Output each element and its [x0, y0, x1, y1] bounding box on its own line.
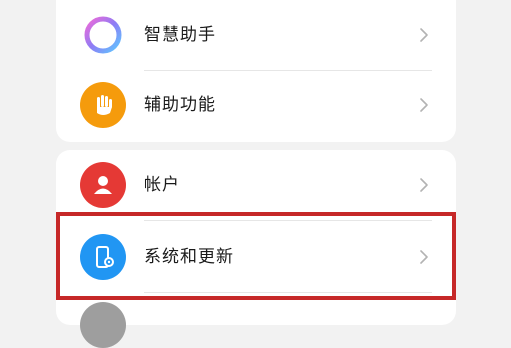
account-icon	[80, 162, 126, 208]
settings-item-label: 系统和更新	[144, 247, 234, 267]
chevron-right-icon	[420, 98, 428, 112]
settings-item-label: 智慧助手	[144, 25, 216, 45]
settings-item-label: 辅助功能	[144, 95, 216, 115]
chevron-right-icon	[420, 178, 428, 192]
divider	[144, 292, 432, 293]
settings-item-account[interactable]: 帐户	[56, 150, 456, 220]
hand-icon	[80, 82, 126, 128]
settings-item-system-update[interactable]: 系统和更新	[56, 222, 456, 292]
assistant-ring-icon	[80, 12, 126, 58]
chevron-right-icon	[420, 250, 428, 264]
system-update-icon	[80, 234, 126, 280]
settings-item-smart-assistant[interactable]: 智慧助手	[56, 0, 456, 70]
settings-item-label: 帐户	[144, 175, 180, 195]
divider	[144, 220, 432, 221]
settings-group-top: 智慧助手 辅助功能	[56, 0, 456, 142]
chevron-right-icon	[420, 28, 428, 42]
settings-item-accessibility[interactable]: 辅助功能	[56, 70, 456, 140]
settings-group-bottom: 帐户 系统和更新	[56, 150, 456, 325]
